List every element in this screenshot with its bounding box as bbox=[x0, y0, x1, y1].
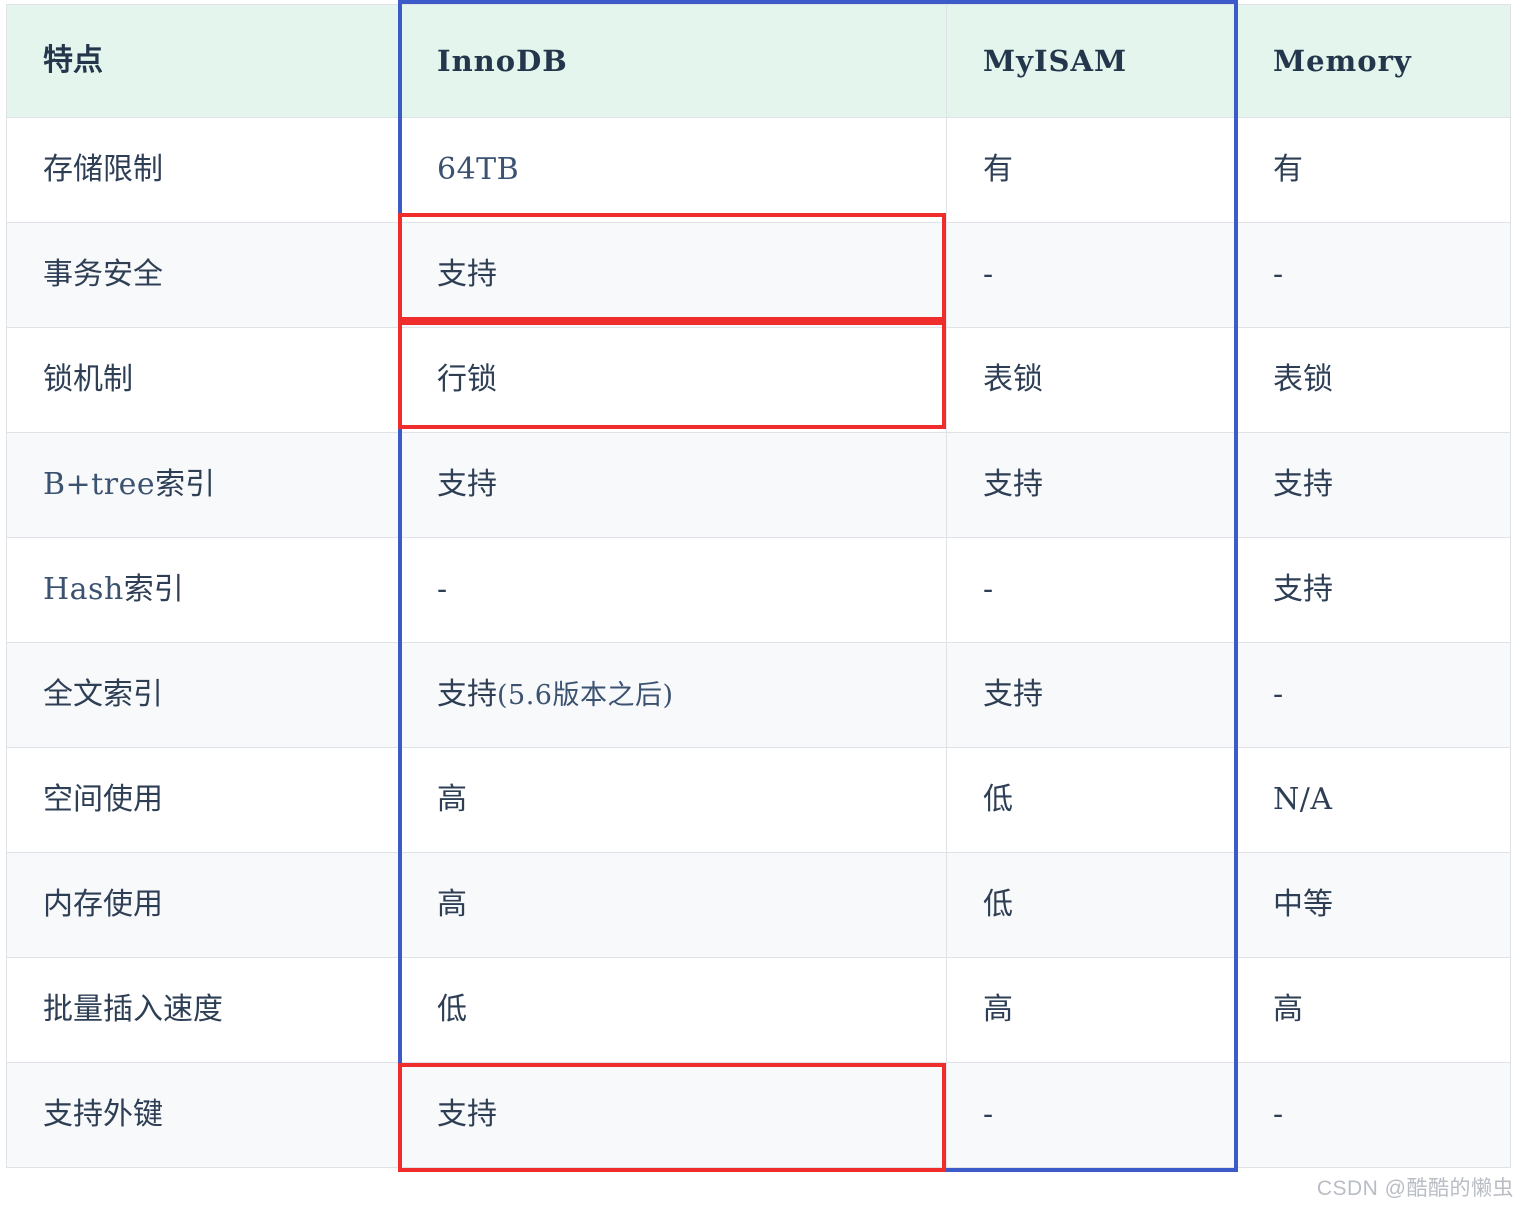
innodb-value: 支持 bbox=[437, 678, 497, 711]
feature-label: 索引 bbox=[123, 573, 184, 606]
cell-myisam: 低 bbox=[946, 852, 1237, 958]
cell-innodb: 高 bbox=[400, 747, 947, 853]
cell-feature: 存储限制 bbox=[6, 117, 401, 223]
feature-label: 锁机制 bbox=[43, 363, 133, 396]
table-row: Hash索引 - - 支持 bbox=[6, 537, 1511, 643]
cell-memory: 中等 bbox=[1236, 852, 1511, 958]
feature-label: 索引 bbox=[155, 468, 216, 501]
cell-innodb: 64TB bbox=[400, 117, 947, 223]
cell-myisam: 高 bbox=[946, 957, 1237, 1063]
cell-feature: 批量插入速度 bbox=[6, 957, 401, 1063]
cell-memory: - bbox=[1236, 222, 1511, 328]
header-row: 特点 InnoDB MyISAM Memory bbox=[6, 4, 1511, 118]
cell-innodb: 高 bbox=[400, 852, 947, 958]
cell-feature: B+tree索引 bbox=[6, 432, 401, 538]
cell-memory: 有 bbox=[1236, 117, 1511, 223]
feature-label: 批量插入速度 bbox=[43, 993, 223, 1026]
cell-memory: 高 bbox=[1236, 957, 1511, 1063]
cell-myisam: 表锁 bbox=[946, 327, 1237, 433]
innodb-value: 支持 bbox=[437, 468, 497, 501]
cell-innodb: 支持 bbox=[400, 1062, 947, 1168]
feature-label: 事务安全 bbox=[43, 258, 163, 291]
feature-label: 支持外键 bbox=[43, 1098, 163, 1131]
cell-myisam: 支持 bbox=[946, 432, 1237, 538]
cell-feature: Hash索引 bbox=[6, 537, 401, 643]
table-row: 空间使用 高 低 N/A bbox=[6, 747, 1511, 853]
column-header-memory: Memory bbox=[1236, 4, 1511, 118]
innodb-note: (5.6版本之后) bbox=[497, 680, 674, 711]
csdn-watermark: CSDN @酷酷的懒虫 bbox=[1316, 1177, 1514, 1200]
cell-memory: N/A bbox=[1236, 747, 1511, 853]
innodb-value: 64TB bbox=[437, 152, 520, 187]
feature-label: 全文索引 bbox=[43, 678, 163, 711]
innodb-value: 低 bbox=[437, 993, 467, 1026]
column-header-innodb: InnoDB bbox=[400, 4, 947, 118]
feature-label: 内存使用 bbox=[43, 888, 163, 921]
table-row: B+tree索引 支持 支持 支持 bbox=[6, 432, 1511, 538]
cell-innodb: 行锁 bbox=[400, 327, 947, 433]
cell-innodb: - bbox=[400, 537, 947, 643]
innodb-value: 支持 bbox=[437, 1098, 497, 1131]
cell-myisam: 低 bbox=[946, 747, 1237, 853]
table-row: 批量插入速度 低 高 高 bbox=[6, 957, 1511, 1063]
feature-mono-prefix: Hash bbox=[43, 572, 124, 607]
cell-innodb: 低 bbox=[400, 957, 947, 1063]
table-row: 存储限制 64TB 有 有 bbox=[6, 117, 1511, 223]
table-row: 事务安全 支持 - - bbox=[6, 222, 1511, 328]
table-row: 全文索引 支持(5.6版本之后) 支持 - bbox=[6, 642, 1511, 748]
feature-mono-prefix: B+tree bbox=[43, 467, 156, 502]
innodb-value: 支持 bbox=[437, 258, 497, 291]
feature-label: 空间使用 bbox=[43, 783, 163, 816]
cell-myisam: 有 bbox=[946, 117, 1237, 223]
table-row: 支持外键 支持 - - bbox=[6, 1062, 1511, 1168]
cell-myisam: - bbox=[946, 1062, 1237, 1168]
cell-feature: 空间使用 bbox=[6, 747, 401, 853]
cell-memory: - bbox=[1236, 642, 1511, 748]
column-header-myisam: MyISAM bbox=[946, 4, 1237, 118]
cell-memory: 支持 bbox=[1236, 432, 1511, 538]
cell-feature: 事务安全 bbox=[6, 222, 401, 328]
table-body: 存储限制 64TB 有 有 事务安全 支持 - - 锁机制 行锁 表锁 表锁 B… bbox=[6, 117, 1511, 1168]
innodb-value: 高 bbox=[437, 888, 467, 921]
screenshot-root: 特点 InnoDB MyISAM Memory 存储限制 64TB 有 有 事务… bbox=[0, 0, 1528, 1209]
table-row: 锁机制 行锁 表锁 表锁 bbox=[6, 327, 1511, 433]
cell-myisam: - bbox=[946, 222, 1237, 328]
innodb-value: 高 bbox=[437, 783, 467, 816]
innodb-value: - bbox=[437, 572, 448, 607]
cell-memory: - bbox=[1236, 1062, 1511, 1168]
storage-engine-comparison-table: 特点 InnoDB MyISAM Memory 存储限制 64TB 有 有 事务… bbox=[6, 4, 1511, 1168]
cell-innodb: 支持(5.6版本之后) bbox=[400, 642, 947, 748]
cell-memory: 支持 bbox=[1236, 537, 1511, 643]
cell-innodb: 支持 bbox=[400, 432, 947, 538]
table-header: 特点 InnoDB MyISAM Memory bbox=[6, 4, 1511, 118]
cell-innodb: 支持 bbox=[400, 222, 947, 328]
table-row: 内存使用 高 低 中等 bbox=[6, 852, 1511, 958]
cell-memory: 表锁 bbox=[1236, 327, 1511, 433]
cell-feature: 支持外键 bbox=[6, 1062, 401, 1168]
cell-myisam: - bbox=[946, 537, 1237, 643]
column-header-feature: 特点 bbox=[6, 4, 401, 118]
cell-myisam: 支持 bbox=[946, 642, 1237, 748]
cell-feature: 全文索引 bbox=[6, 642, 401, 748]
innodb-value: 行锁 bbox=[437, 363, 497, 396]
feature-label: 存储限制 bbox=[43, 153, 163, 186]
cell-feature: 锁机制 bbox=[6, 327, 401, 433]
cell-feature: 内存使用 bbox=[6, 852, 401, 958]
